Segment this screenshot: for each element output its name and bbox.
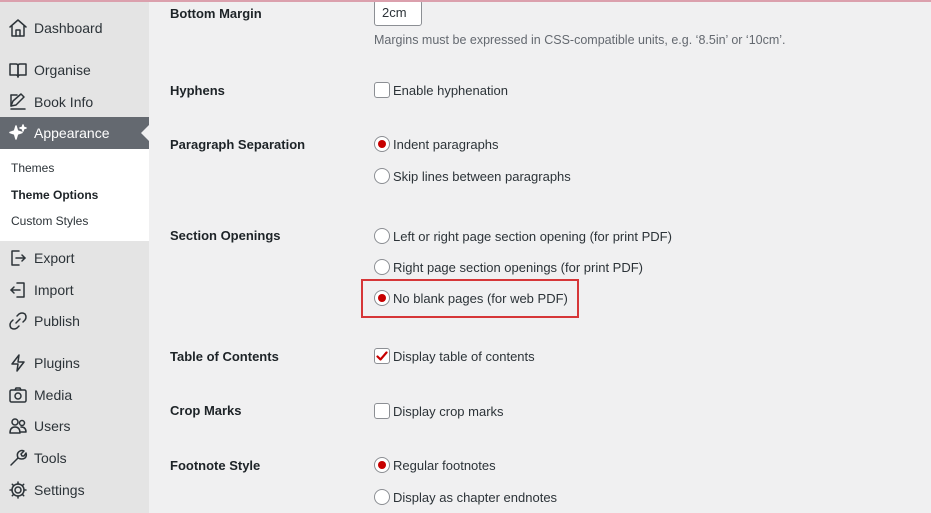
sidebar-item-label: Export [34, 250, 75, 266]
crop-marks-label: Crop Marks [170, 403, 242, 418]
paragraph-option-skip-lines[interactable]: Skip lines between paragraphs [374, 168, 571, 184]
radio-label: Left or right page section opening (for … [393, 228, 672, 244]
chapter-endnotes-radio[interactable] [374, 489, 390, 505]
sidebar-item-label: Dashboard [34, 20, 103, 36]
submenu-item-theme-options[interactable]: Theme Options [0, 187, 149, 214]
admin-sidebar: Dashboard Organise Book Info Appearance … [0, 0, 149, 513]
bottom-margin-description: Margins must be expressed in CSS-compati… [374, 33, 786, 47]
toc-option[interactable]: Display table of contents [374, 348, 535, 364]
indent-paragraphs-radio[interactable] [374, 136, 390, 152]
section-option-right-page[interactable]: Right page section openings (for print P… [374, 259, 643, 275]
crop-marks-option[interactable]: Display crop marks [374, 403, 504, 419]
sidebar-item-media[interactable]: Media [0, 379, 149, 411]
appearance-submenu: Themes Theme Options Custom Styles [0, 149, 149, 241]
toc-checkbox[interactable] [374, 348, 390, 364]
right-page-radio[interactable] [374, 259, 390, 275]
crop-marks-checkbox[interactable] [374, 403, 390, 419]
regular-footnotes-radio[interactable] [374, 457, 390, 473]
sidebar-item-label: Book Info [34, 94, 94, 110]
wrench-icon [8, 448, 28, 468]
section-openings-label: Section Openings [170, 228, 281, 243]
table-of-contents-label: Table of Contents [170, 349, 279, 364]
radio-label: Skip lines between paragraphs [393, 168, 571, 184]
bolt-icon [8, 353, 28, 373]
sparkles-icon [8, 123, 28, 143]
highlight-box [361, 279, 579, 318]
submenu-item-themes[interactable]: Themes [0, 160, 149, 187]
gear-icon [8, 480, 28, 500]
footnote-option-regular[interactable]: Regular footnotes [374, 457, 496, 473]
sidebar-item-publish[interactable]: Publish [0, 305, 149, 337]
checkbox-label: Display crop marks [393, 403, 504, 419]
sidebar-item-label: Settings [34, 482, 85, 498]
sidebar-item-settings[interactable]: Settings [0, 474, 149, 506]
sidebar-item-export[interactable]: Export [0, 242, 149, 274]
import-icon [8, 280, 28, 300]
footnote-style-label: Footnote Style [170, 458, 261, 473]
theme-options-form: Bottom Margin 2cm Margins must be expres… [149, 0, 931, 513]
radio-label: Indent paragraphs [393, 136, 499, 152]
radio-label: Display as chapter endnotes [393, 489, 558, 505]
bottom-margin-input[interactable]: 2cm [374, 0, 422, 26]
sidebar-item-users[interactable]: Users [0, 410, 149, 442]
sidebar-item-label: Appearance [34, 125, 110, 141]
submenu-item-custom-styles[interactable]: Custom Styles [0, 213, 149, 240]
hyphens-label: Hyphens [170, 83, 225, 98]
hyphenation-option[interactable]: Enable hyphenation [374, 82, 508, 98]
sidebar-item-label: Media [34, 387, 73, 403]
sidebar-item-import[interactable]: Import [0, 274, 149, 306]
left-or-right-radio[interactable] [374, 228, 390, 244]
checkmark-icon [376, 351, 388, 361]
sidebar-item-label: Organise [34, 62, 91, 78]
users-icon [8, 416, 28, 436]
sidebar-item-organise[interactable]: Organise [0, 54, 149, 86]
export-icon [8, 248, 28, 268]
camera-icon [8, 385, 28, 405]
link-icon [8, 311, 28, 331]
hyphenation-option-label: Enable hyphenation [393, 82, 508, 98]
top-border [0, 0, 931, 2]
hyphenation-checkbox[interactable] [374, 82, 390, 98]
section-option-left-or-right[interactable]: Left or right page section opening (for … [374, 228, 672, 244]
sidebar-item-tools[interactable]: Tools [0, 442, 149, 474]
sidebar-item-appearance[interactable]: Appearance [0, 117, 149, 149]
bottom-margin-label: Bottom Margin [170, 6, 262, 21]
radio-label: Regular footnotes [393, 457, 496, 473]
paragraph-separation-label: Paragraph Separation [170, 137, 306, 152]
paragraph-option-indent[interactable]: Indent paragraphs [374, 136, 499, 152]
radio-label: Right page section openings (for print P… [393, 259, 644, 275]
edit-icon [8, 92, 28, 112]
sidebar-item-label: Tools [34, 450, 67, 466]
footnote-option-endnotes[interactable]: Display as chapter endnotes [374, 489, 557, 505]
sidebar-item-plugins[interactable]: Plugins [0, 347, 149, 379]
sidebar-item-book-info[interactable]: Book Info [0, 86, 149, 118]
book-icon [8, 60, 28, 80]
home-icon [8, 18, 28, 38]
checkbox-label: Display table of contents [393, 348, 535, 364]
skip-lines-radio[interactable] [374, 168, 390, 184]
sidebar-item-label: Import [34, 282, 74, 298]
sidebar-item-dashboard[interactable]: Dashboard [0, 12, 149, 44]
sidebar-item-label: Publish [34, 313, 80, 329]
sidebar-item-label: Plugins [34, 355, 80, 371]
sidebar-item-label: Users [34, 418, 71, 434]
